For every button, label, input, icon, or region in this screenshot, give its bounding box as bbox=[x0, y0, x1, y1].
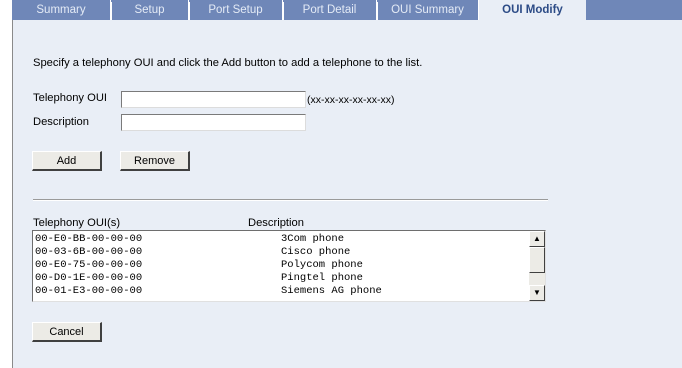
tab-port-detail[interactable]: Port Detail bbox=[283, 0, 377, 20]
list-item[interactable]: 00-E0-75-00-00-00 Polycom phone bbox=[35, 259, 363, 271]
scroll-up-icon[interactable]: ▲ bbox=[529, 231, 545, 247]
content-panel bbox=[12, 20, 682, 368]
remove-button[interactable]: Remove bbox=[120, 151, 190, 171]
section-divider bbox=[33, 199, 548, 201]
tab-bar: Summary Setup Port Setup Port Detail OUI… bbox=[0, 0, 682, 20]
list-item-description: Pingtel phone bbox=[281, 272, 363, 284]
telephony-oui-format-hint: (xx-xx-xx-xx-xx-xx) bbox=[307, 94, 395, 106]
telephony-oui-label: Telephony OUI bbox=[33, 92, 108, 104]
list-item-description: Siemens AG phone bbox=[281, 285, 382, 297]
add-button[interactable]: Add bbox=[32, 151, 102, 171]
list-item[interactable]: 00-D0-1E-00-00-00 Pingtel phone bbox=[35, 272, 363, 284]
telephony-ouis-column-header: Telephony OUI(s) bbox=[33, 217, 121, 229]
description-label: Description bbox=[33, 116, 89, 128]
description-column-header: Description bbox=[248, 217, 304, 229]
list-item[interactable]: 00-E0-BB-00-00-00 3Com phone bbox=[35, 233, 344, 245]
cancel-button[interactable]: Cancel bbox=[32, 322, 102, 342]
description-input[interactable] bbox=[121, 114, 306, 131]
list-item-description: Polycom phone bbox=[281, 259, 363, 271]
list-item[interactable]: 00-01-E3-00-00-00 Siemens AG phone bbox=[35, 285, 382, 297]
tab-oui-summary[interactable]: OUI Summary bbox=[377, 0, 479, 20]
tab-port-setup[interactable]: Port Setup bbox=[189, 0, 283, 20]
list-item-oui: 00-03-6B-00-00-00 bbox=[35, 246, 143, 258]
telephony-oui-input[interactable] bbox=[121, 91, 306, 108]
tab-summary[interactable]: Summary bbox=[12, 0, 111, 20]
scroll-thumb[interactable] bbox=[529, 247, 545, 273]
list-item-oui: 00-01-E3-00-00-00 bbox=[35, 285, 143, 297]
list-item-description: Cisco phone bbox=[281, 246, 351, 258]
list-item[interactable]: 00-03-6B-00-00-00 Cisco phone bbox=[35, 246, 350, 258]
list-item-oui: 00-D0-1E-00-00-00 bbox=[35, 272, 143, 284]
listbox-scrollbar[interactable]: ▲ ▼ bbox=[529, 231, 545, 301]
list-item-oui: 00-E0-BB-00-00-00 bbox=[35, 233, 143, 245]
telephony-oui-listbox[interactable]: 00-E0-BB-00-00-00 3Com phone 00-03-6B-00-… bbox=[32, 230, 546, 302]
list-item-description: 3Com phone bbox=[281, 233, 345, 245]
scroll-down-icon[interactable]: ▼ bbox=[529, 285, 545, 301]
tab-bar-fill bbox=[586, 0, 682, 20]
instructions-text: Specify a telephony OUI and click the Ad… bbox=[33, 57, 423, 69]
list-item-oui: 00-E0-75-00-00-00 bbox=[35, 259, 143, 271]
tab-oui-modify[interactable]: OUI Modify bbox=[479, 0, 586, 20]
tab-setup[interactable]: Setup bbox=[111, 0, 189, 20]
